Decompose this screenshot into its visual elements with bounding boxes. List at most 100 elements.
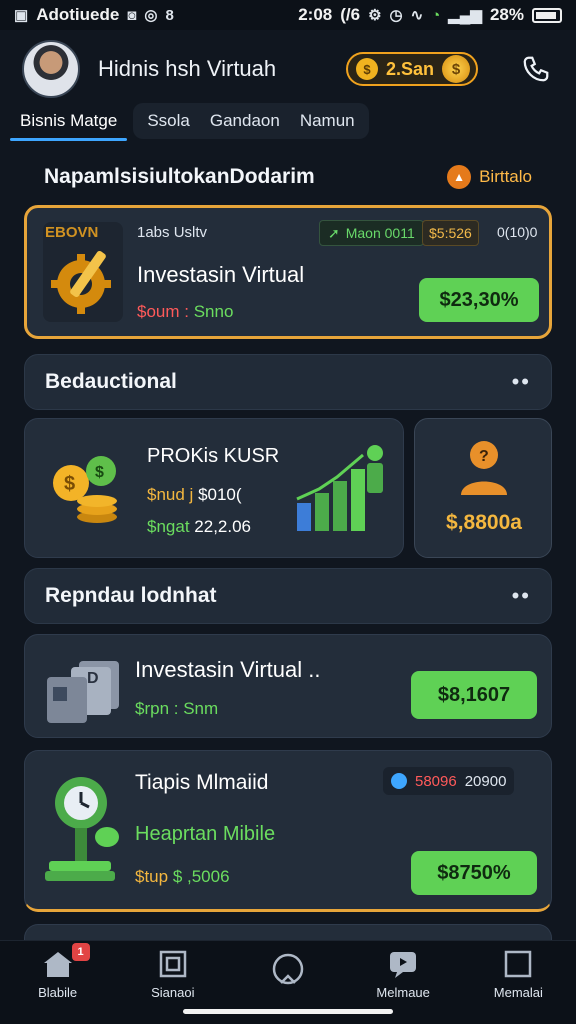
- growth-chart-icon: [296, 445, 383, 531]
- featured-sub-label: $oum :: [137, 302, 189, 321]
- nfc-icon: ∿: [410, 7, 424, 24]
- signal-icon: ▂▄▆: [448, 7, 482, 24]
- phone-icon[interactable]: [518, 51, 554, 87]
- status-time: 2:08: [298, 5, 333, 24]
- portfolio-link-label: Birttalo: [479, 167, 532, 186]
- avatar[interactable]: [22, 40, 80, 98]
- section-portfolio-header: NapamlsisiultokanDodarim ▲ Birttalo: [24, 152, 552, 202]
- tab-group: Ssola Gandaon Namun: [133, 103, 369, 139]
- list-item-sub-value: Snm: [183, 699, 219, 718]
- list-item[interactable]: D Investasin Virtual .. $rpn : Snm $8,16…: [24, 634, 552, 738]
- list-item-sub: $tup $ ,5006: [135, 867, 230, 887]
- nav-chat[interactable]: Melmaue: [353, 949, 453, 1000]
- profit-card[interactable]: $ $ PROKis KUSR $nud j $010( $ngat 22,2.…: [24, 418, 404, 558]
- list-item-sub-label: $rpn :: [135, 699, 179, 718]
- home-icon: [43, 952, 72, 977]
- list-item-value-button[interactable]: $8750%: [411, 851, 537, 895]
- tag-green-label: Maon 0011: [345, 225, 415, 241]
- side-card-value: $,8800a: [446, 511, 522, 534]
- featured-meta: 1abs Usltv: [137, 224, 208, 241]
- tab-ssola[interactable]: Ssola: [137, 103, 200, 139]
- list-item-subtitle: Heaprtan Mibile: [135, 823, 276, 845]
- list-item-sub-value: $ ,5006: [172, 867, 230, 886]
- chat-icon: [390, 952, 417, 978]
- list-item-value-button[interactable]: $8,1607: [411, 671, 537, 719]
- section-title: NapamlsisiultokanDodarim: [44, 165, 315, 188]
- list-item-tag-plain: 20900: [464, 772, 507, 790]
- profile-icon: [272, 953, 304, 985]
- list-item-tags: 58096 20900: [383, 767, 515, 795]
- nav-profile[interactable]: [238, 949, 338, 989]
- tab-bar: Bisnis Matge Ssola Gandaon Namun: [10, 100, 390, 142]
- tag-plain: 0(10)0: [497, 224, 538, 240]
- dollar-coin-icon: $: [442, 55, 470, 83]
- price-badge: $5:526: [422, 220, 479, 246]
- section-recommend-header: Repndau lodnhat ••: [24, 568, 552, 624]
- status-bar: ▣ Adotiuede ◙ ◎ 8 2:08 (/6 ⚙ ◷ ∿ ◔ ▂▄▆ 2…: [0, 0, 576, 30]
- featured-value-button[interactable]: $23,30%: [419, 278, 539, 322]
- profit-line1: $nud j $010(: [147, 485, 242, 505]
- tab-bisnis[interactable]: Bisnis Matge: [10, 103, 128, 141]
- info-icon: 8: [165, 6, 174, 24]
- info-icon: [391, 773, 407, 789]
- user-icon: ?: [461, 441, 507, 495]
- nav-label: Blabile: [38, 985, 78, 1000]
- profit-line2-value: 22,2.06: [194, 517, 252, 536]
- status-badge: ➚ Maon 0011: [319, 220, 424, 246]
- profit-line1-value: $010(: [198, 485, 242, 504]
- square-icon: [505, 950, 532, 978]
- nav-menu[interactable]: Memalai: [468, 949, 568, 1000]
- status-indicator: (/6: [340, 5, 361, 24]
- tab-namun[interactable]: Namun: [290, 103, 365, 139]
- logo-text: EBOVN: [45, 224, 99, 241]
- profit-line1-label: $nud j: [147, 485, 194, 504]
- portfolio-link[interactable]: ▲ Birttalo: [447, 165, 532, 189]
- more-options-icon[interactable]: ••: [512, 369, 531, 395]
- home-indicator[interactable]: [183, 1009, 393, 1014]
- battery-percent: 28%: [489, 5, 524, 24]
- status-app-name: Adotiuede: [36, 5, 120, 24]
- profit-line2: $ngat 22,2.06: [147, 517, 251, 537]
- notification-badge: 1: [71, 943, 90, 961]
- list-item-tag-red: 58096: [415, 772, 457, 790]
- coin-balance[interactable]: $ 2.San $: [345, 52, 478, 86]
- nav-label: Sianaoi: [151, 985, 195, 1000]
- sync-icon: ◎: [144, 7, 158, 24]
- nav-label: Memalai: [493, 985, 543, 1000]
- nav-grid[interactable]: Sianaoi: [123, 949, 223, 1000]
- svg-text:?: ?: [479, 448, 489, 465]
- battery-icon: [532, 7, 562, 23]
- wifi-icon: ◔: [431, 6, 441, 24]
- featured-investment-card[interactable]: EBOVN 1abs Usltv ➚ Maon 0011 $5:526 0(10…: [24, 205, 552, 339]
- timer-scale-icon: [45, 777, 119, 881]
- list-item-title: Tiapis Mlmaiid: [135, 771, 269, 794]
- list-item-title: Investasin Virtual ..: [135, 657, 321, 682]
- coin-icon: $: [355, 58, 378, 80]
- side-value-card[interactable]: ? $,8800a: [414, 418, 552, 558]
- svg-text:$: $: [64, 473, 75, 495]
- list-item-sub: $rpn : Snm: [135, 699, 218, 719]
- documents-icon: D: [47, 661, 119, 723]
- section-education-header: Bedauctional ••: [24, 354, 552, 410]
- section-title: Repndau lodnhat: [45, 584, 217, 607]
- featured-title: Investasin Virtual: [137, 262, 305, 287]
- nav-home[interactable]: 1 Blabile: [8, 943, 108, 1000]
- tab-gandaon[interactable]: Gandaon: [200, 103, 290, 139]
- alert-icon: ◙: [127, 6, 137, 24]
- coins-icon: $ $: [53, 456, 117, 523]
- list-item[interactable]: Tiapis Mlmaiid 58096 20900 Heaprtan Mibi…: [24, 750, 552, 912]
- alarm-icon: ◷: [389, 7, 403, 24]
- featured-sub-value: Snno: [193, 302, 234, 321]
- coin-value: 2.San: [385, 58, 434, 79]
- featured-sub: $oum : Snno: [137, 302, 233, 322]
- nav-label: Melmaue: [376, 985, 430, 1000]
- more-options-icon[interactable]: ••: [512, 583, 531, 609]
- list-item-sub-label: $tup: [135, 867, 169, 886]
- briefcase-icon: ▲: [447, 165, 472, 189]
- svg-text:$: $: [95, 464, 104, 481]
- section-title: Bedauctional: [45, 370, 177, 393]
- profit-title: PROKis KUSR: [147, 445, 280, 467]
- grid-icon: [159, 950, 187, 978]
- arrow-up-icon: ➚: [328, 224, 340, 241]
- image-icon: ▣: [14, 7, 29, 24]
